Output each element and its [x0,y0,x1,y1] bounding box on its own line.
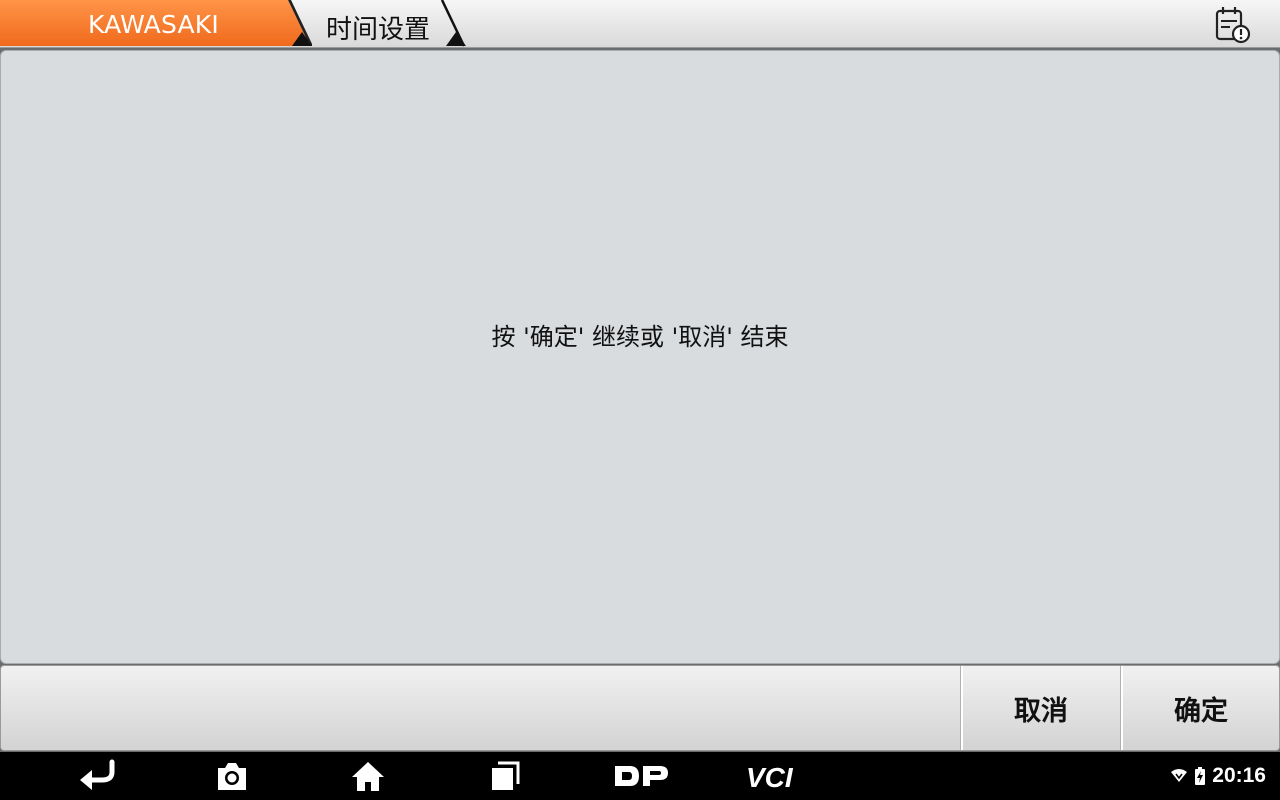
screen: KAWASAKI 时间设置 按 '确定' 继续或 '取消' 结束 取消 确定 V… [0,0,1280,800]
header-bar: KAWASAKI 时间设置 [0,0,1280,48]
recent-apps-icon[interactable] [488,758,524,794]
system-nav-bar: VCI 20:16 [0,752,1280,800]
instruction-message: 按 '确定' 继续或 '取消' 结束 [491,323,789,351]
confirm-button[interactable]: 确定 [1121,666,1279,750]
camera-icon[interactable] [214,758,250,794]
vci-logo[interactable]: VCI [744,758,808,794]
action-bar: 取消 确定 [0,665,1280,751]
page-title: 时间设置 [326,15,431,45]
back-icon[interactable] [76,758,120,794]
svg-text:VCI: VCI [746,762,794,793]
breadcrumb-brand-label: KAWASAKI [88,10,219,39]
home-icon[interactable] [350,758,386,794]
clock: 20:16 [1212,764,1266,787]
status-area: 20:16 [1170,752,1266,800]
breadcrumb-current[interactable]: 时间设置 [296,0,470,48]
report-alert-icon[interactable] [1212,4,1252,44]
dp-logo[interactable] [612,758,670,794]
breadcrumb-brand[interactable]: KAWASAKI [0,0,312,48]
battery-charging-icon [1195,767,1206,785]
cancel-button[interactable]: 取消 [961,666,1119,750]
message-panel: 按 '确定' 继续或 '取消' 结束 [0,50,1280,664]
wifi-icon [1171,769,1188,782]
